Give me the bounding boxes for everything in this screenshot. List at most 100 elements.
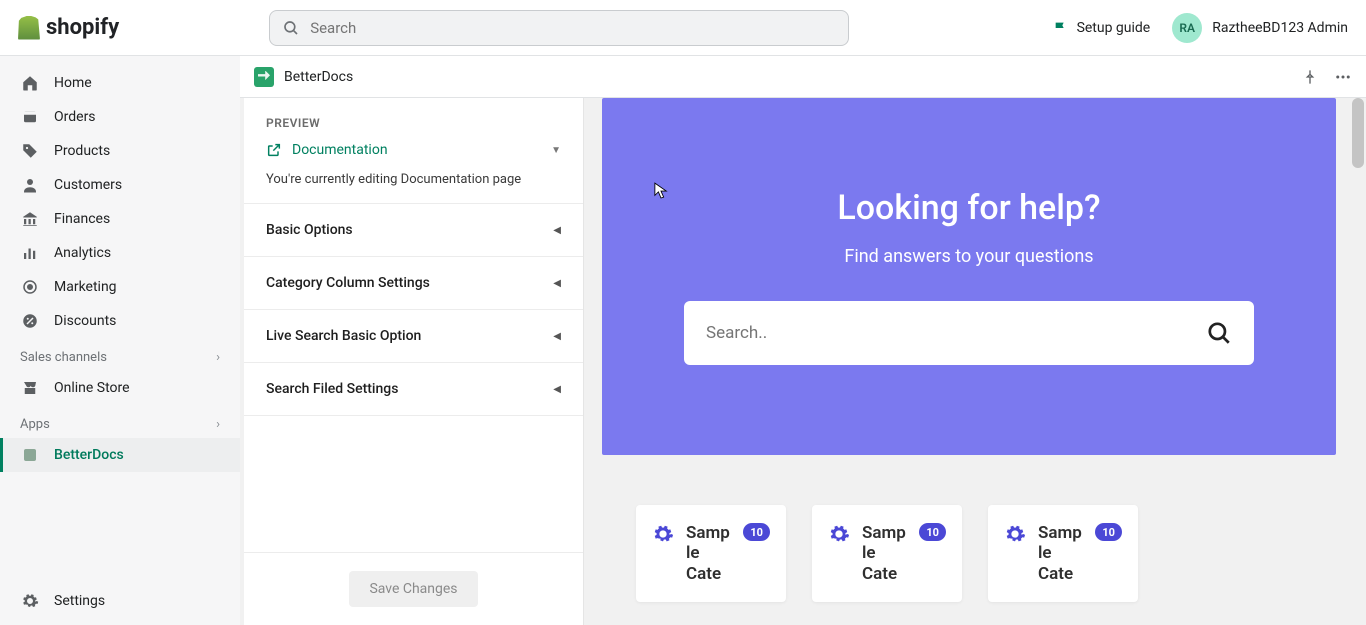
avatar: RA: [1172, 13, 1202, 43]
editing-note: You're currently editing Documentation p…: [266, 172, 561, 187]
user-menu[interactable]: RA RaztheeBD123 Admin: [1172, 13, 1348, 43]
apps-heading[interactable]: Apps ›: [0, 405, 240, 438]
hero-title: Looking for help?: [642, 188, 1296, 228]
card-title: Sample Cate: [862, 523, 907, 584]
hero-search[interactable]: [684, 301, 1254, 365]
brand-logo[interactable]: shopify: [18, 15, 119, 40]
nav-label: Online Store: [54, 380, 130, 396]
nav-label: Products: [54, 143, 110, 159]
accordion-search-field[interactable]: Search Filed Settings ◀: [244, 363, 583, 416]
preview-section: PREVIEW Documentation ▼ You're currently…: [244, 98, 583, 204]
accordion-live-search[interactable]: Live Search Basic Option ◀: [244, 310, 583, 363]
collapse-left-icon: ◀: [553, 225, 561, 236]
cursor-icon: [654, 182, 668, 200]
app-icon: [20, 445, 40, 465]
brand-text: shopify: [46, 15, 119, 40]
avatar-initials: RA: [1179, 21, 1195, 35]
nav-betterdocs[interactable]: BetterDocs: [0, 438, 240, 472]
nav-label: Home: [54, 75, 92, 91]
chevron-right-icon: ›: [216, 350, 220, 365]
hero-subtitle: Find answers to your questions: [642, 246, 1296, 267]
setup-guide-link[interactable]: Setup guide: [1053, 20, 1151, 36]
accordion-label: Live Search Basic Option: [266, 328, 421, 344]
nav-label: Customers: [54, 177, 122, 193]
tag-icon: [20, 141, 40, 161]
bank-icon: [20, 209, 40, 229]
gear-icon: [20, 591, 40, 611]
category-card[interactable]: Sample Cate 10: [812, 505, 962, 602]
hero-search-input[interactable]: [706, 323, 1206, 343]
sales-channels-heading[interactable]: Sales channels ›: [0, 338, 240, 371]
app-header: BetterDocs: [240, 56, 1366, 98]
live-preview: Looking for help? Find answers to your q…: [584, 98, 1366, 625]
category-cards: Sample Cate 10 Sample Cate 10 Sample Cat…: [602, 505, 1336, 622]
chevron-down-icon[interactable]: ▼: [551, 145, 561, 156]
nav-label: Orders: [54, 109, 96, 125]
gear-icon: [652, 523, 674, 545]
setup-guide-label: Setup guide: [1077, 20, 1151, 36]
accordion-basic-options[interactable]: Basic Options ◀: [244, 204, 583, 257]
chevron-right-icon: ›: [216, 417, 220, 432]
category-card[interactable]: Sample Cate 10: [636, 505, 786, 602]
save-changes-button[interactable]: Save Changes: [349, 571, 477, 607]
nav-marketing[interactable]: Marketing: [0, 270, 240, 304]
nav-customers[interactable]: Customers: [0, 168, 240, 202]
more-icon[interactable]: [1334, 68, 1352, 86]
flag-icon: [1053, 20, 1069, 36]
global-search[interactable]: [269, 10, 849, 46]
person-icon: [20, 175, 40, 195]
nav-products[interactable]: Products: [0, 134, 240, 168]
config-panel: PREVIEW Documentation ▼ You're currently…: [244, 98, 584, 625]
percent-icon: [20, 311, 40, 331]
gear-icon: [828, 523, 850, 545]
search-icon[interactable]: [1206, 320, 1232, 346]
nav-settings[interactable]: Settings: [0, 584, 240, 625]
nav-label: Analytics: [54, 245, 111, 261]
home-icon: [20, 73, 40, 93]
user-name: RaztheeBD123 Admin: [1212, 20, 1348, 36]
collapse-left-icon: ◀: [553, 278, 561, 289]
accordion-category-column[interactable]: Category Column Settings◀: [244, 257, 583, 310]
documentation-link[interactable]: Documentation ▼: [266, 142, 561, 158]
external-link-icon: [266, 142, 282, 158]
count-badge: 10: [1095, 523, 1122, 541]
count-badge: 10: [743, 523, 770, 541]
bars-icon: [20, 243, 40, 263]
search-icon: [282, 19, 300, 37]
pin-icon[interactable]: [1302, 69, 1318, 85]
preview-heading: PREVIEW: [266, 116, 561, 130]
nav-online-store[interactable]: Online Store: [0, 371, 240, 405]
nav-label: Discounts: [54, 313, 116, 329]
nav-analytics[interactable]: Analytics: [0, 236, 240, 270]
shopify-bag-icon: [18, 16, 40, 40]
save-row: Save Changes: [244, 552, 583, 625]
category-card[interactable]: Sample Cate 10: [988, 505, 1138, 602]
heading-label: Apps: [20, 417, 50, 432]
hero-banner: Looking for help? Find answers to your q…: [602, 98, 1336, 455]
nav-finances[interactable]: Finances: [0, 202, 240, 236]
gear-icon: [1004, 523, 1026, 545]
main-area: BetterDocs PREVIEW Documentation ▼ You'r…: [240, 56, 1366, 625]
global-search-input[interactable]: [310, 19, 836, 37]
card-title: Sample Cate: [686, 523, 731, 584]
orders-icon: [20, 107, 40, 127]
nav-label: BetterDocs: [54, 447, 124, 463]
nav-label: Marketing: [54, 279, 117, 295]
sidebar: Home Orders Products Customers Finances …: [0, 56, 240, 625]
nav-orders[interactable]: Orders: [0, 100, 240, 134]
nav-label: Settings: [54, 593, 105, 609]
store-icon: [20, 378, 40, 398]
collapse-left-icon: ◀: [553, 384, 561, 395]
collapse-left-icon: ◀: [553, 331, 561, 342]
topbar: shopify Setup guide RA RaztheeBD123 Admi…: [0, 0, 1366, 56]
count-badge: 10: [919, 523, 946, 541]
accordion-label: Basic Options: [266, 222, 353, 238]
card-title: Sample Cate: [1038, 523, 1083, 584]
nav-label: Finances: [54, 211, 110, 227]
nav-discounts[interactable]: Discounts: [0, 304, 240, 338]
app-title: BetterDocs: [284, 69, 353, 85]
scrollbar-thumb[interactable]: [1352, 98, 1364, 168]
target-icon: [20, 277, 40, 297]
nav-home[interactable]: Home: [0, 66, 240, 100]
accordion-label: Search Filed Settings: [266, 381, 398, 397]
